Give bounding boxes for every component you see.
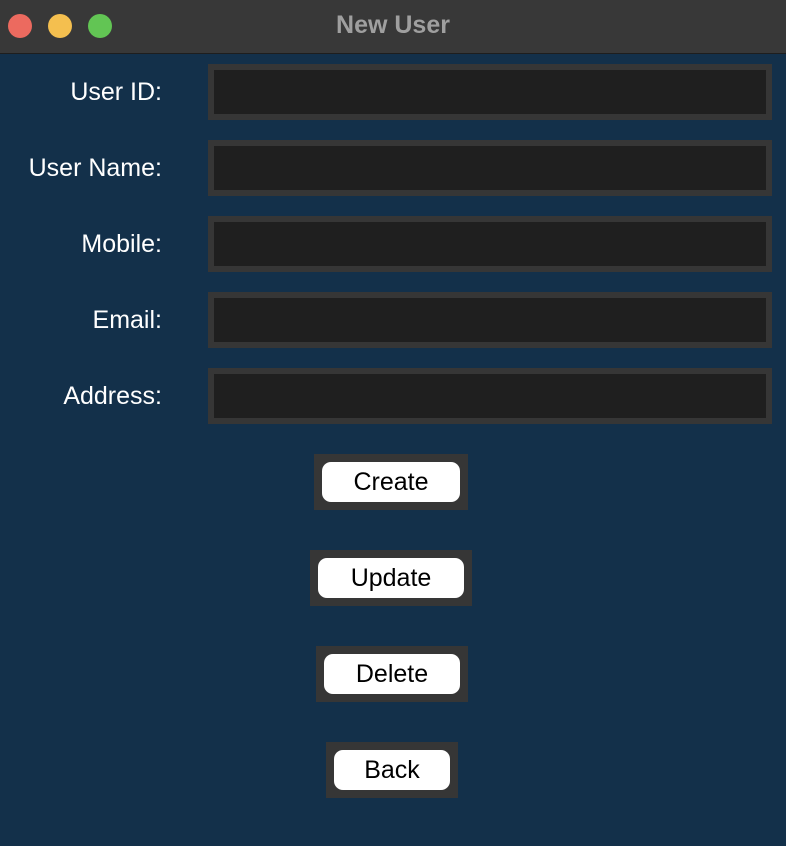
update-button[interactable]: Update xyxy=(318,558,464,598)
app-window: New User User ID: User Name: Mobile: Ema… xyxy=(0,0,786,846)
delete-button-frame: Delete xyxy=(316,646,468,702)
back-button-frame: Back xyxy=(326,742,458,798)
user-name-row: User Name: xyxy=(0,140,786,196)
user-id-input[interactable] xyxy=(208,64,772,120)
address-label: Address: xyxy=(63,382,162,410)
create-button-frame: Create xyxy=(314,454,468,510)
mobile-row: Mobile: xyxy=(0,216,786,272)
delete-button[interactable]: Delete xyxy=(324,654,460,694)
mobile-input[interactable] xyxy=(208,216,772,272)
user-name-label: User Name: xyxy=(28,154,162,182)
address-row: Address: xyxy=(0,368,786,424)
user-id-row: User ID: xyxy=(0,64,786,120)
email-input[interactable] xyxy=(208,292,772,348)
title-bar: New User xyxy=(0,0,786,54)
email-row: Email: xyxy=(0,292,786,348)
create-button[interactable]: Create xyxy=(322,462,460,502)
mobile-label: Mobile: xyxy=(81,230,162,258)
user-name-input[interactable] xyxy=(208,140,772,196)
address-input[interactable] xyxy=(208,368,772,424)
window-title: New User xyxy=(336,11,450,39)
user-id-label: User ID: xyxy=(70,78,162,106)
back-button[interactable]: Back xyxy=(334,750,450,790)
update-button-frame: Update xyxy=(310,550,472,606)
email-label: Email: xyxy=(92,306,162,334)
